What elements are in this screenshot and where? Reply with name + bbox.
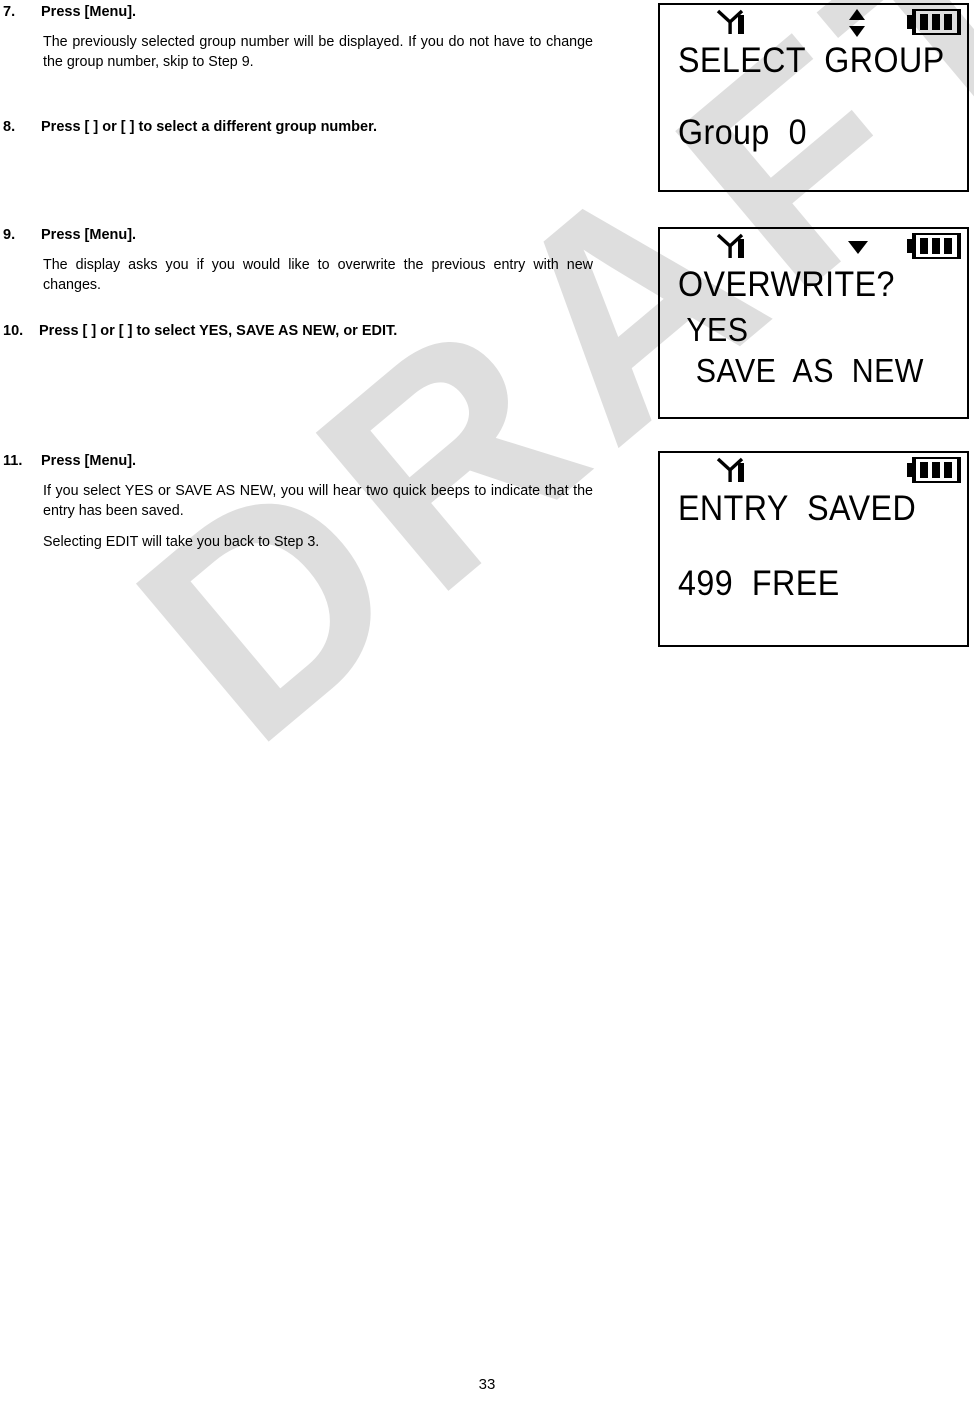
battery-full-icon — [907, 7, 963, 40]
step-number: 7. — [3, 4, 16, 20]
antenna-signal-icon — [716, 9, 756, 40]
battery-full-icon — [907, 455, 963, 488]
down-arrow-icon — [846, 239, 870, 260]
lcd-display-select-group: SELECT GROUP Group 0 — [658, 3, 969, 192]
step-title: Press [ ] or [ ] to select YES, SAVE AS … — [39, 323, 398, 339]
step-heading: 7. Press [Menu]. — [3, 3, 597, 23]
step-title: Press [Menu]. — [41, 4, 137, 20]
lcd-line-value: Group 0 — [678, 113, 807, 152]
lcd-display-entry-saved: ENTRY SAVED 499 FREE — [658, 451, 969, 647]
step-item-8: 8. Press [ ] or [ ] to select a differen… — [3, 118, 597, 138]
step-heading: 10. Press [ ] or [ ] to select YES, SAVE… — [3, 322, 597, 342]
step-item-9: 9. Press [Menu]. The display asks you if… — [3, 226, 597, 295]
step-item-11: 11. Press [Menu]. If you select YES or S… — [3, 452, 597, 552]
step-heading: 9. Press [Menu]. — [3, 226, 597, 246]
lcd-line-prompt: OVERWRITE? — [678, 265, 895, 304]
battery-full-icon — [907, 231, 963, 264]
lcd-status-bar — [660, 5, 967, 41]
lcd-option-save-as-new: SAVE AS NEW — [678, 352, 924, 389]
lcd-line-title: SELECT GROUP — [678, 41, 945, 80]
lcd-status-bar — [660, 229, 967, 265]
lcd-option-yes: YES — [678, 311, 749, 348]
step-heading: 8. Press [ ] or [ ] to select a differen… — [3, 118, 597, 138]
step-number: 11. — [3, 453, 23, 469]
lcd-status-bar — [660, 453, 967, 489]
antenna-signal-icon — [716, 457, 756, 488]
step-item-10: 10. Press [ ] or [ ] to select YES, SAVE… — [3, 322, 597, 342]
step-title: Press [ ] or [ ] to select a different g… — [41, 119, 377, 135]
step-paragraph: The previously selected group number wil… — [43, 33, 593, 70]
step-item-7: 7. Press [Menu]. The previously selected… — [3, 3, 597, 72]
antenna-signal-icon — [716, 233, 756, 264]
step-paragraph: If you select YES or SAVE AS NEW, you wi… — [43, 482, 593, 519]
step-number: 9. — [3, 227, 16, 243]
lcd-line-free-count: 499 FREE — [678, 564, 840, 603]
step-title: Press [Menu]. — [41, 227, 137, 243]
step-title: Press [Menu]. — [41, 453, 137, 469]
lcd-line-status: ENTRY SAVED — [678, 489, 917, 528]
step-paragraph: Selecting EDIT will take you back to Ste… — [43, 534, 320, 551]
step-heading: 11. Press [Menu]. — [3, 452, 597, 472]
step-number: 8. — [3, 119, 16, 135]
step-number: 10. — [3, 323, 24, 339]
up-down-arrows-icon — [846, 7, 868, 44]
page-number: 33 — [478, 1376, 496, 1393]
step-paragraph: The display asks you if you would like t… — [43, 256, 593, 293]
lcd-display-overwrite-prompt: OVERWRITE? YES SAVE AS NEW — [658, 227, 969, 419]
